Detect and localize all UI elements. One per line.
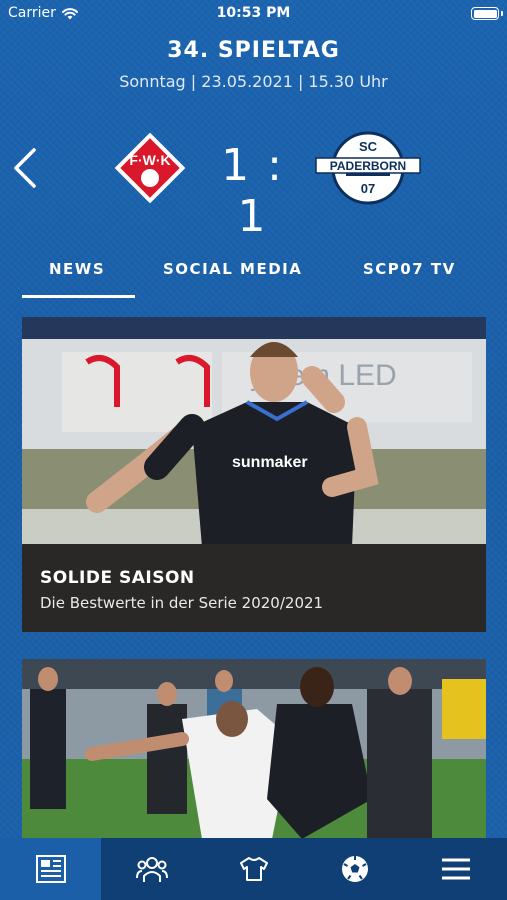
nav-news[interactable]: [0, 838, 102, 900]
news-photo: [22, 659, 486, 839]
nav-matches[interactable]: [304, 838, 405, 900]
clock: 10:53 PM: [216, 5, 291, 21]
home-crest-text: F·W·K: [129, 152, 170, 168]
active-tab-indicator: [22, 295, 135, 298]
news-card[interactable]: ystem LED sunmaker SOLIDE SAISON Die Bes…: [22, 317, 486, 632]
status-bar: Carrier 10:53 PM: [0, 0, 507, 28]
nav-shop[interactable]: [203, 838, 304, 900]
nav-team[interactable]: [101, 838, 202, 900]
match-score: 1 : 1: [221, 140, 284, 242]
bottom-navigation: [0, 838, 507, 900]
tab-news[interactable]: NEWS: [49, 260, 105, 278]
match-date: Sonntag | 23.05.2021 | 15.30 Uhr: [119, 72, 388, 91]
back-button[interactable]: [10, 146, 42, 190]
away-crest-top: SC: [359, 139, 378, 154]
team-icon: [136, 857, 169, 882]
tab-social-media[interactable]: SOCIAL MEDIA: [163, 260, 302, 278]
home-team-crest[interactable]: F·W·K: [111, 129, 189, 207]
battery-icon: [471, 7, 499, 20]
matchday-title: 34. SPIELTAG: [167, 38, 340, 63]
news-subtitle: Die Bestwerte in der Serie 2020/2021: [40, 594, 324, 612]
chevron-left-icon: [14, 148, 36, 188]
news-title: SOLIDE SAISON: [40, 568, 195, 588]
menu-icon: [442, 858, 471, 880]
jersey-icon: [239, 857, 268, 881]
nav-menu[interactable]: [406, 838, 507, 900]
soccer-ball-icon: [341, 856, 368, 882]
photo-sponsor-text: sunmaker: [232, 454, 308, 471]
away-crest-bottom: 07: [361, 181, 375, 196]
away-team-crest[interactable]: SC PADERBORN 07: [314, 131, 422, 205]
news-card[interactable]: [22, 659, 486, 839]
tab-bar: NEWS SOCIAL MEDIA SCP07 TV: [0, 250, 507, 300]
news-caption: SOLIDE SAISON Die Bestwerte in der Serie…: [22, 544, 486, 632]
news-icon: [35, 855, 66, 883]
away-crest-middle: PADERBORN: [330, 159, 406, 173]
tab-scp07-tv[interactable]: SCP07 TV: [363, 260, 456, 278]
